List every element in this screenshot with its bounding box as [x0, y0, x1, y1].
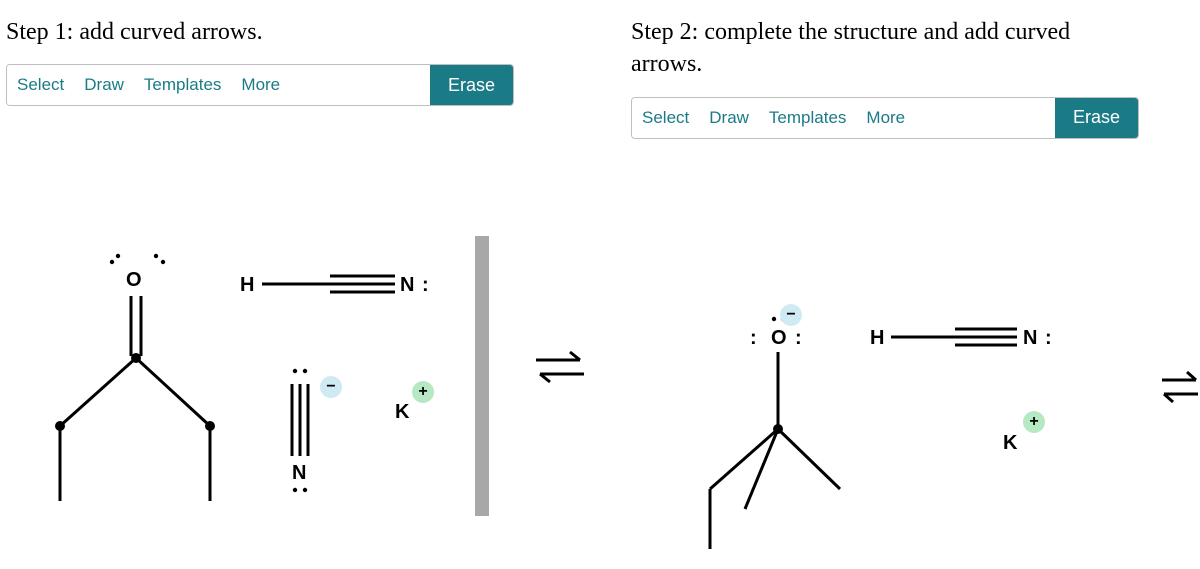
atom-N: N: [1023, 327, 1037, 349]
step2-structure: : O : H N: [625, 139, 1145, 569]
lonepair-N-top: :: [422, 274, 429, 296]
draw-button[interactable]: Draw: [699, 98, 759, 138]
draw-button[interactable]: Draw: [74, 65, 134, 105]
canvas-scrollbar[interactable]: [475, 236, 489, 516]
step2-panel: Step 2: complete the structure and add c…: [625, 0, 1145, 563]
lonepair-O-right: :: [795, 327, 802, 349]
templates-button[interactable]: Templates: [134, 65, 231, 105]
k-plus-charge: +: [1023, 411, 1045, 433]
o-minus-charge: −: [780, 304, 802, 326]
more-button[interactable]: More: [231, 65, 290, 105]
templates-button[interactable]: Templates: [759, 98, 856, 138]
step2-canvas[interactable]: : O : H N: [625, 139, 1145, 563]
atom-N-bottom: N: [292, 462, 306, 484]
select-button[interactable]: Select: [632, 98, 699, 138]
lonepair-O-left: :: [750, 327, 757, 349]
atom-K: K: [395, 401, 410, 423]
equilibrium-left: [530, 0, 590, 563]
step2-title: Step 2: complete the structure and add c…: [625, 0, 1145, 91]
equilibrium-arrows-icon: [1160, 350, 1200, 430]
step2-toolbar: Select Draw Templates More Erase: [631, 97, 1139, 139]
equilibrium-arrows-icon: [530, 330, 590, 410]
atom-N-top: N: [400, 274, 414, 296]
step1-canvas[interactable]: O H: [0, 106, 520, 563]
atom-K: K: [1003, 432, 1018, 454]
step1-toolbar: Select Draw Templates More Erase: [6, 64, 514, 106]
step1-structure: O H: [0, 106, 520, 566]
atom-H: H: [240, 274, 254, 296]
atom-O: O: [126, 269, 142, 291]
step1-title: Step 1: add curved arrows.: [0, 0, 520, 58]
atom-O: O: [771, 327, 787, 349]
erase-button[interactable]: Erase: [1055, 98, 1138, 138]
select-button[interactable]: Select: [7, 65, 74, 105]
equilibrium-right: [1160, 0, 1200, 563]
atom-H: H: [870, 327, 884, 349]
step1-panel: Step 1: add curved arrows. Select Draw T…: [0, 0, 520, 563]
lonepair-N: :: [1045, 327, 1052, 349]
more-button[interactable]: More: [856, 98, 915, 138]
erase-button[interactable]: Erase: [430, 65, 513, 105]
